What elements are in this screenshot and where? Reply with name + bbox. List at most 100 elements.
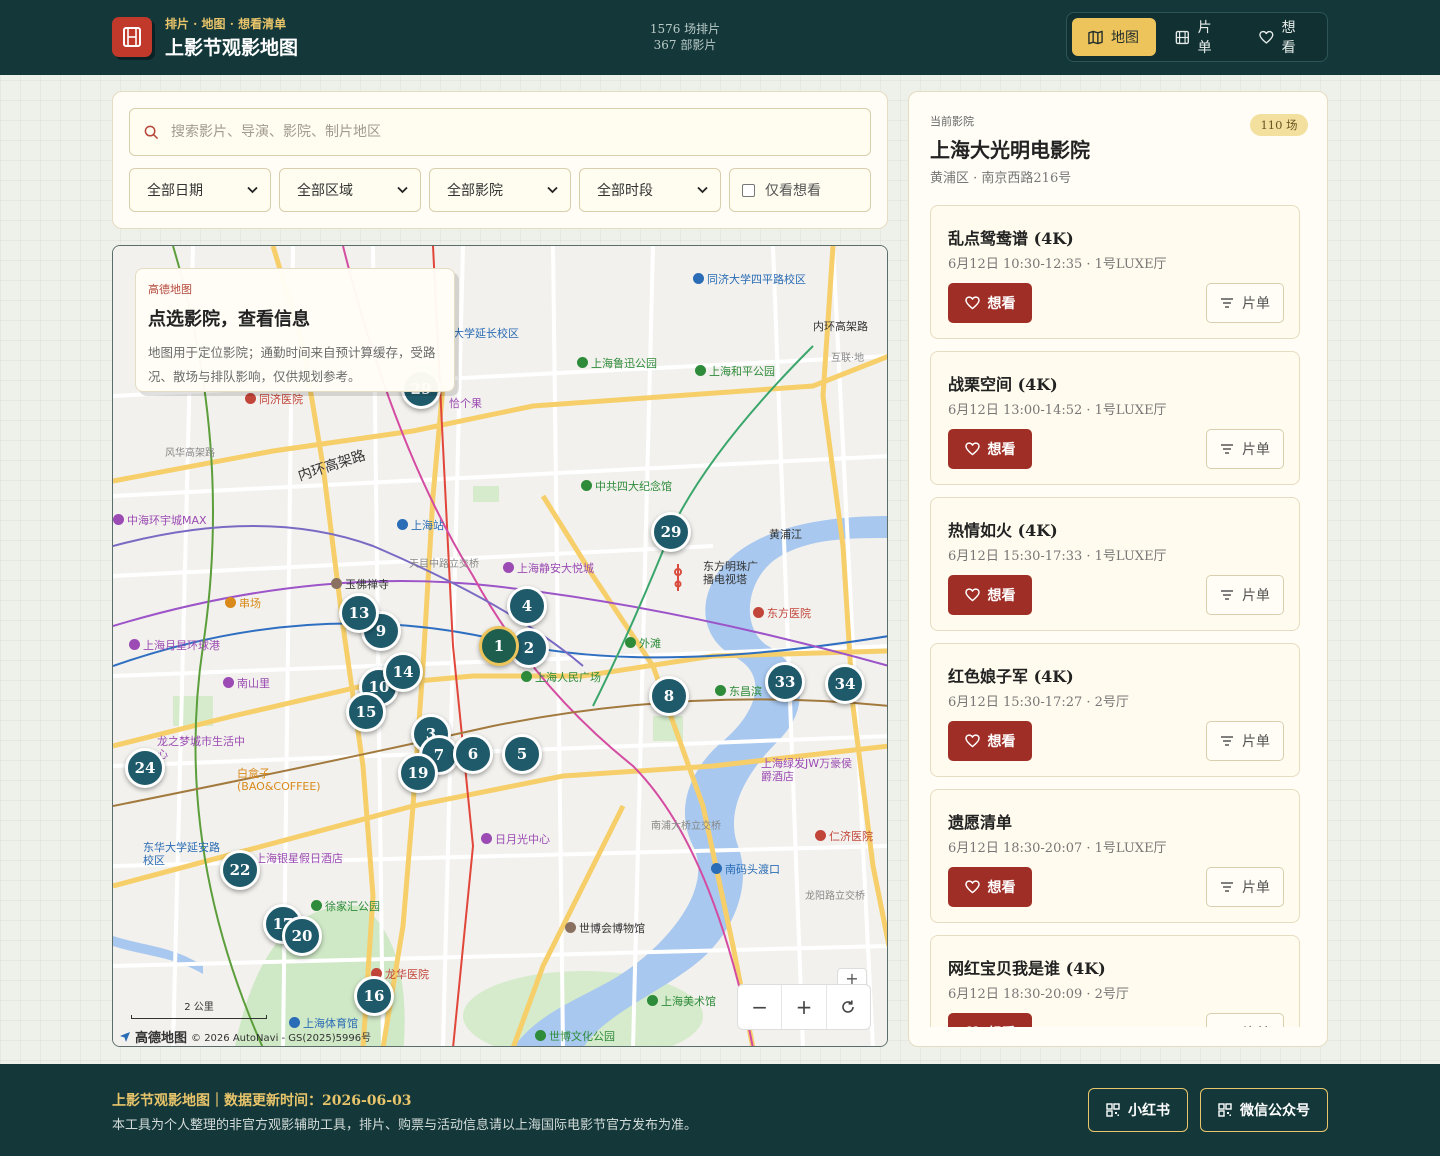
map-view[interactable]: 同济大学四平路校区 上海鲁迅公园 上海和平公园 内环高架路 互联·地 同济医院 …	[112, 245, 888, 1047]
brand-subtitle: 排片 · 地图 · 想看清单	[165, 17, 287, 31]
nav-wishlist-button[interactable]: 想看	[1243, 18, 1325, 56]
map-copyright: © 2026 AutoNavi - GS(2025)5996号	[191, 1033, 372, 1044]
cinema-marker[interactable]: 15	[346, 692, 386, 732]
want-button[interactable]: 想看	[948, 1013, 1032, 1027]
place-label: 外滩	[625, 637, 661, 650]
place-label: 天目中路立交桥	[409, 559, 479, 570]
cinema-marker[interactable]: 5	[502, 734, 542, 774]
place-label: 黄浦江	[769, 528, 802, 541]
filter-icon	[1221, 882, 1233, 892]
film-list-button[interactable]: 片单	[1206, 575, 1284, 615]
cinema-marker[interactable]: 29	[651, 512, 691, 552]
place-label: 串场	[225, 597, 261, 610]
zoom-out-button[interactable]: −	[738, 985, 783, 1029]
map-scale-label: 2 公里	[184, 1002, 214, 1013]
cinema-marker[interactable]: 8	[649, 676, 689, 716]
cinema-marker[interactable]: 14	[383, 652, 423, 692]
xiaohongshu-button[interactable]: 小红书	[1088, 1088, 1188, 1132]
nav-wishlist-label: 想看	[1281, 20, 1296, 56]
place-label: 上海鲁迅公园	[577, 357, 657, 370]
cinema-name: 上海大光明电影院	[930, 138, 1090, 162]
cinema-marker[interactable]: 6	[453, 734, 493, 774]
film-list-button[interactable]: 片单	[1206, 721, 1284, 761]
screening-title: 遗愿清单	[948, 813, 1013, 832]
cinema-marker[interactable]: 24	[125, 748, 165, 788]
screening-count-badge: 110 场	[1250, 114, 1308, 136]
screening-list[interactable]: 乱点鸳鸯谱 (4K) 6月12日 10:30-12:35 · 1号LUXE厅 想…	[930, 205, 1300, 1027]
film-list-button[interactable]: 片单	[1206, 283, 1284, 323]
cinema-marker-selected[interactable]: 1	[479, 626, 519, 666]
place-label: 上海人民广场	[521, 671, 601, 684]
cinema-select[interactable]: 全部影院	[429, 168, 571, 212]
time-select-value: 全部时段	[597, 183, 653, 199]
screening-time: 6月12日 13:00-14:52 · 1号LUXE厅	[948, 403, 1167, 418]
screening-card: 遗愿清单 6月12日 18:30-20:07 · 1号LUXE厅 想看 片单	[930, 789, 1300, 923]
place-label: 中共四大纪念馆	[581, 480, 672, 493]
cinema-address: 黄浦区 · 南京西路216号	[930, 171, 1072, 186]
reset-view-button[interactable]	[827, 985, 870, 1029]
screening-title: 战栗空间 (4K)	[948, 375, 1058, 394]
cinema-marker[interactable]: 20	[282, 916, 322, 956]
place-label: 世博文化公园	[535, 1030, 615, 1043]
place-label: 世博会博物馆	[565, 922, 645, 935]
main-nav: 地图 片单 想看	[1066, 12, 1328, 62]
zoom-in-button[interactable]: +	[782, 985, 827, 1029]
heart-icon	[964, 442, 980, 456]
film-list-button[interactable]: 片单	[1206, 1013, 1284, 1027]
stats: 1576 场排片 367 部影片	[600, 21, 770, 53]
film-list-button[interactable]: 片单	[1206, 429, 1284, 469]
cinema-marker[interactable]: 4	[507, 586, 547, 626]
place-label: 徐家汇公园	[311, 900, 380, 913]
chevron-down-icon	[697, 186, 708, 194]
filter-icon	[1221, 736, 1233, 746]
region-select[interactable]: 全部区域	[279, 168, 421, 212]
date-select[interactable]: 全部日期	[129, 168, 271, 212]
screening-card: 战栗空间 (4K) 6月12日 13:00-14:52 · 1号LUXE厅 想看…	[930, 351, 1300, 485]
map-attribution: 高德地图 © 2026 AutoNavi - GS(2025)5996号	[119, 1027, 371, 1046]
cinema-marker[interactable]: 34	[825, 664, 865, 704]
wishlist-only-toggle[interactable]: 仅看想看	[729, 168, 871, 212]
nav-films-button[interactable]: 片单	[1159, 18, 1241, 56]
place-label: 龙之梦城市生活中心	[157, 735, 245, 761]
refresh-icon	[842, 1000, 855, 1013]
film-list-button[interactable]: 片单	[1206, 867, 1284, 907]
want-button[interactable]: 想看	[948, 429, 1032, 469]
map-scale: 2 公里	[131, 998, 267, 1019]
screening-title: 热情如火 (4K)	[948, 521, 1058, 540]
qr-code-icon	[1218, 1103, 1232, 1117]
wechat-button[interactable]: 微信公众号	[1200, 1088, 1328, 1132]
amap-logo: 高德地图	[135, 1031, 188, 1046]
region-select-value: 全部区域	[297, 183, 353, 199]
cinema-marker[interactable]: 22	[220, 850, 260, 890]
map-scale-bar	[131, 1015, 267, 1019]
want-button[interactable]: 想看	[948, 283, 1032, 323]
heart-icon	[964, 588, 980, 602]
search-icon	[144, 125, 159, 139]
screening-time: 6月12日 15:30-17:27 · 2号厅	[948, 695, 1129, 710]
place-label: 上海月星环球港	[129, 639, 220, 652]
place-label: 日月光中心	[481, 833, 550, 846]
nav-map-button[interactable]: 地图	[1072, 18, 1156, 56]
place-label: 上海静安大悦城	[503, 562, 594, 575]
search-input[interactable]	[171, 124, 851, 140]
cinema-marker[interactable]: 19	[398, 753, 438, 793]
place-label: 上海和平公园	[695, 365, 775, 378]
place-label: 白盒子(BAO&COFFEE)	[237, 767, 321, 793]
time-select[interactable]: 全部时段	[579, 168, 721, 212]
screening-time: 6月12日 18:30-20:07 · 1号LUXE厅	[948, 841, 1167, 856]
map-info-card: 高德地图 点选影院，查看信息 地图用于定位影院；通勤时间来自预计算缓存，受路况、…	[135, 268, 455, 392]
want-button[interactable]: 想看	[948, 575, 1032, 615]
stats-films: 367 部影片	[653, 38, 717, 52]
place-label: 仁济医院	[815, 830, 873, 843]
want-button[interactable]: 想看	[948, 721, 1032, 761]
want-button[interactable]: 想看	[948, 867, 1032, 907]
cinema-marker[interactable]: 33	[765, 662, 805, 702]
search-box	[129, 108, 871, 156]
footer-disclaimer: 本工具为个人整理的非官方观影辅助工具，排片、购票与活动信息请以上海国际电影节官方…	[112, 1118, 698, 1133]
cinema-marker[interactable]: 16	[354, 976, 394, 1016]
wishlist-only-checkbox[interactable]	[742, 183, 755, 197]
stats-screenings: 1576 场排片	[649, 22, 721, 36]
chevron-down-icon	[547, 186, 558, 194]
chevron-down-icon	[247, 186, 258, 194]
cinema-marker[interactable]: 13	[339, 593, 379, 633]
